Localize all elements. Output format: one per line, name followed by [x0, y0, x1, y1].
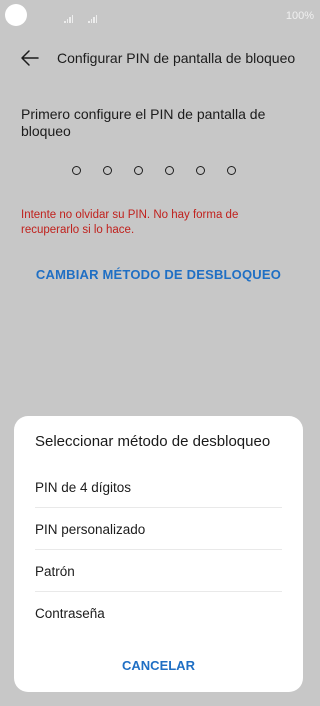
app-header: Configurar PIN de pantalla de bloqueo: [0, 40, 317, 76]
option-label: Contraseña: [35, 606, 105, 621]
pin-dot: [196, 166, 205, 175]
page-title: Configurar PIN de pantalla de bloqueo: [57, 50, 296, 66]
pin-dot: [165, 166, 174, 175]
signal-strength-icon: [88, 11, 98, 23]
option-label: Patrón: [35, 564, 75, 579]
pin-dot: [134, 166, 143, 175]
unlock-method-dialog: Seleccionar método de desbloqueo PIN de …: [14, 416, 303, 692]
pin-dot: [72, 166, 81, 175]
dialog-title: Seleccionar método de desbloqueo: [35, 433, 271, 450]
back-arrow-icon[interactable]: [20, 49, 40, 67]
camera-cutout-icon: [5, 4, 27, 26]
change-unlock-method-button[interactable]: CAMBIAR MÉTODO DE DESBLOQUEO: [0, 267, 317, 282]
pin-entry-indicator: [72, 166, 236, 175]
option-pin-4-digits[interactable]: PIN de 4 dígitos: [14, 466, 303, 508]
cancel-button[interactable]: CANCELAR: [14, 658, 303, 673]
status-bar: 100%: [0, 0, 317, 30]
pin-instruction: Primero configure el PIN de pantalla de …: [21, 106, 266, 139]
pin-dot: [227, 166, 236, 175]
signal-strength-icon: [64, 11, 74, 23]
option-label: PIN de 4 dígitos: [35, 480, 132, 495]
option-password[interactable]: Contraseña: [14, 592, 303, 634]
pin-warning-text: Intente no olvidar su PIN. No hay forma …: [21, 209, 239, 236]
unlock-method-options: PIN de 4 dígitos PIN personalizado Patró…: [14, 466, 303, 634]
battery-percentage: 100%: [285, 10, 314, 22]
pin-dot: [103, 166, 112, 175]
option-pattern[interactable]: Patrón: [14, 550, 303, 592]
option-custom-pin[interactable]: PIN personalizado: [14, 508, 303, 550]
option-label: PIN personalizado: [35, 522, 146, 537]
